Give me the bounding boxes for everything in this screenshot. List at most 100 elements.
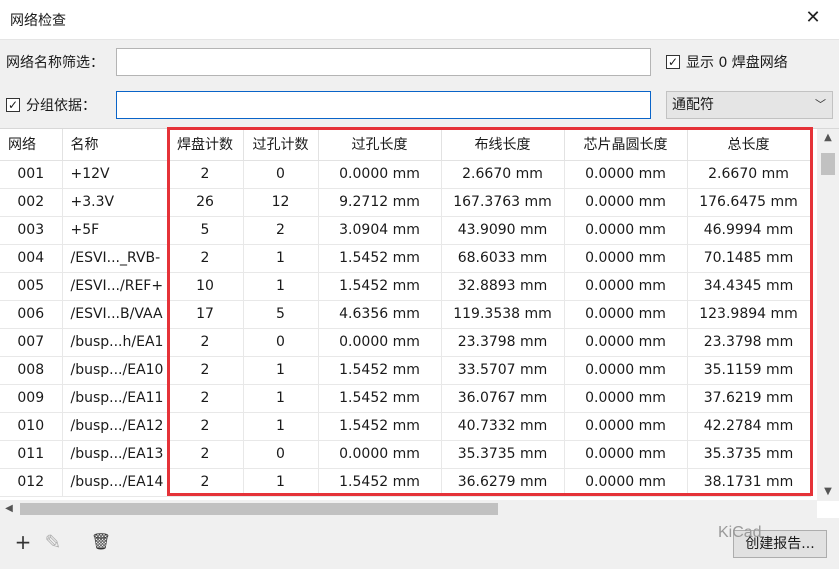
- table-cell[interactable]: 0.0000 mm: [564, 356, 688, 385]
- table-cell[interactable]: /ESVI...B/VAA: [62, 300, 168, 329]
- net-name-filter-input[interactable]: [116, 48, 651, 76]
- table-cell[interactable]: 0.0000 mm: [564, 468, 688, 497]
- row-number-cell[interactable]: 002: [0, 188, 63, 217]
- table-cell[interactable]: 1: [243, 244, 319, 273]
- table-cell[interactable]: 26: [167, 188, 244, 217]
- table-cell[interactable]: 70.1485 mm: [687, 244, 811, 273]
- row-number-cell[interactable]: 001: [0, 160, 63, 189]
- table-cell[interactable]: +5F: [62, 216, 168, 245]
- table-cell[interactable]: 0.0000 mm: [564, 188, 688, 217]
- table-cell[interactable]: 1.5452 mm: [318, 272, 442, 301]
- table-cell[interactable]: 0.0000 mm: [564, 160, 688, 189]
- table-cell[interactable]: 0.0000 mm: [318, 160, 442, 189]
- table-cell[interactable]: 1: [243, 412, 319, 441]
- row-number-cell[interactable]: 011: [0, 440, 63, 469]
- table-row[interactable]: 007/busp...h/EA1 2 0 0.0000 mm 23.3798 mm 0.0…: [0, 328, 811, 357]
- table-row[interactable]: 011/busp.../EA13 2 0 0.0000 mm 35.3735 mm 0.0…: [0, 440, 811, 469]
- row-number-cell[interactable]: 009: [0, 384, 63, 413]
- table-row[interactable]: 008/busp.../EA10 2 1 1.5452 mm 33.5707 mm 0.0…: [0, 356, 811, 385]
- add-icon[interactable]: +: [10, 530, 36, 556]
- table-cell[interactable]: 2: [167, 356, 244, 385]
- horizontal-scroll-thumb[interactable]: [20, 503, 498, 515]
- table-cell[interactable]: 1.5452 mm: [318, 384, 442, 413]
- table-cell[interactable]: 32.8893 mm: [441, 272, 565, 301]
- table-cell[interactable]: 0.0000 mm: [564, 272, 688, 301]
- table-cell[interactable]: 3.0904 mm: [318, 216, 442, 245]
- table-cell[interactable]: /busp.../EA13: [62, 440, 168, 469]
- table-cell[interactable]: 0.0000 mm: [564, 412, 688, 441]
- group-by-checkbox[interactable]: ✓: [6, 98, 20, 112]
- table-cell[interactable]: 33.5707 mm: [441, 356, 565, 385]
- table-cell[interactable]: 43.9090 mm: [441, 216, 565, 245]
- row-number-cell[interactable]: 010: [0, 412, 63, 441]
- table-cell[interactable]: 0.0000 mm: [564, 440, 688, 469]
- table-cell[interactable]: /busp.../EA11: [62, 384, 168, 413]
- table-cell[interactable]: /ESVI..._RVB-: [62, 244, 168, 273]
- table-cell[interactable]: 1: [243, 356, 319, 385]
- row-number-cell[interactable]: 006: [0, 300, 63, 329]
- column-header[interactable]: 过孔计数: [243, 129, 319, 161]
- column-header[interactable]: 总长度: [687, 129, 811, 161]
- table-cell[interactable]: 40.7332 mm: [441, 412, 565, 441]
- match-mode-select[interactable]: 通配符 ﹀: [666, 91, 833, 119]
- table-cell[interactable]: 36.6279 mm: [441, 468, 565, 497]
- table-cell[interactable]: 12: [243, 188, 319, 217]
- close-icon[interactable]: ✕: [801, 6, 825, 30]
- table-cell[interactable]: 1: [243, 468, 319, 497]
- table-cell[interactable]: 0.0000 mm: [564, 328, 688, 357]
- table-cell[interactable]: 34.4345 mm: [687, 272, 811, 301]
- table-cell[interactable]: 23.3798 mm: [441, 328, 565, 357]
- vertical-scroll-thumb[interactable]: [821, 153, 835, 175]
- row-number-cell[interactable]: 007: [0, 328, 63, 357]
- table-row[interactable]: 009/busp.../EA11 2 1 1.5452 mm 36.0767 mm 0.0…: [0, 384, 811, 413]
- table-cell[interactable]: 5: [167, 216, 244, 245]
- table-cell[interactable]: 0.0000 mm: [564, 384, 688, 413]
- table-cell[interactable]: 35.1159 mm: [687, 356, 811, 385]
- table-cell[interactable]: 0.0000 mm: [318, 440, 442, 469]
- row-number-cell[interactable]: 012: [0, 468, 63, 497]
- table-cell[interactable]: 0: [243, 440, 319, 469]
- table-cell[interactable]: /busp.../EA12: [62, 412, 168, 441]
- table-cell[interactable]: 1: [243, 272, 319, 301]
- column-header[interactable]: 过孔长度: [318, 129, 442, 161]
- table-cell[interactable]: /busp.../EA14: [62, 468, 168, 497]
- table-cell[interactable]: 17: [167, 300, 244, 329]
- column-header[interactable]: 焊盘计数: [167, 129, 244, 161]
- table-cell[interactable]: 5: [243, 300, 319, 329]
- vertical-scrollbar[interactable]: ▲ ▼: [817, 129, 839, 501]
- table-cell[interactable]: +12V: [62, 160, 168, 189]
- table-cell[interactable]: 4.6356 mm: [318, 300, 442, 329]
- row-number-cell[interactable]: 008: [0, 356, 63, 385]
- table-cell[interactable]: 2: [167, 384, 244, 413]
- scroll-left-icon[interactable]: ◀: [0, 500, 18, 518]
- table-cell[interactable]: 1.5452 mm: [318, 412, 442, 441]
- table-cell[interactable]: 46.9994 mm: [687, 216, 811, 245]
- table-cell[interactable]: /busp.../EA10: [62, 356, 168, 385]
- table-cell[interactable]: +3.3V: [62, 188, 168, 217]
- table-cell[interactable]: 0: [243, 160, 319, 189]
- edit-icon[interactable]: ✎: [40, 530, 66, 556]
- table-cell[interactable]: 37.6219 mm: [687, 384, 811, 413]
- table-cell[interactable]: 2: [167, 328, 244, 357]
- column-header[interactable]: 布线长度: [441, 129, 565, 161]
- table-cell[interactable]: 0.0000 mm: [564, 216, 688, 245]
- table-cell[interactable]: /ESVI.../REF+: [62, 272, 168, 301]
- table-cell[interactable]: 0: [243, 328, 319, 357]
- table-row[interactable]: 001 +12V 2 0 0.0000 mm 2.6670 mm 0.0000 mm 2.66…: [0, 160, 811, 189]
- table-row[interactable]: 002 +3.3V 26 12 9.2712 mm 167.3763 mm 0.0000 m…: [0, 188, 811, 217]
- table-cell[interactable]: 176.6475 mm: [687, 188, 811, 217]
- table-cell[interactable]: 0.0000 mm: [318, 328, 442, 357]
- table-cell[interactable]: 38.1731 mm: [687, 468, 811, 497]
- table-cell[interactable]: 1.5452 mm: [318, 356, 442, 385]
- table-row[interactable]: 005/ESVI.../REF+ 10 1 1.5452 mm 32.8893 mm 0.…: [0, 272, 811, 301]
- table-row[interactable]: 004/ESVI..._RVB- 2 1 1.5452 mm 68.6033 mm 0.0…: [0, 244, 811, 273]
- table-row[interactable]: 003 +5F 5 2 3.0904 mm 43.9090 mm 0.0000 mm 46.9…: [0, 216, 811, 245]
- table-cell[interactable]: 42.2784 mm: [687, 412, 811, 441]
- row-number-cell[interactable]: 005: [0, 272, 63, 301]
- column-header[interactable]: 网络: [0, 129, 63, 161]
- scroll-down-icon[interactable]: ▼: [817, 483, 839, 501]
- horizontal-scrollbar[interactable]: ◀: [0, 500, 817, 518]
- table-cell[interactable]: 1: [243, 384, 319, 413]
- scroll-up-icon[interactable]: ▲: [817, 129, 839, 147]
- table-row[interactable]: 006/ESVI...B/VAA 17 5 4.6356 mm 119.3538 mm 0…: [0, 300, 811, 329]
